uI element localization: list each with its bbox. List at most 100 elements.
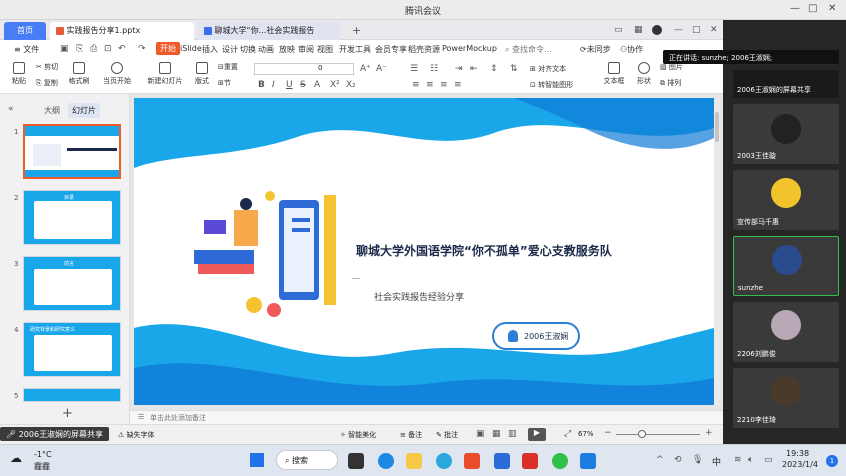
menu-daoke[interactable]: 稻壳资源 <box>408 44 440 55</box>
from-current-button[interactable]: 当页开始 <box>100 62 134 86</box>
participant-tile[interactable]: sunzhe <box>733 236 839 296</box>
unsynced-button[interactable]: ⟳未同步 <box>580 44 611 55</box>
subscript-icon[interactable]: X₂ <box>346 80 356 90</box>
ime-indicator[interactable]: 中 <box>712 455 721 468</box>
tab-file-doc[interactable]: 聊城大学“你...社会实践报告 <box>198 22 340 40</box>
menu-review[interactable]: 审阅 <box>298 44 314 55</box>
zoom-slider[interactable] <box>616 434 700 435</box>
menu-switch[interactable]: 切换 <box>240 44 256 55</box>
zoom-out-icon[interactable]: − <box>604 428 612 438</box>
undo-icon[interactable]: ↶ <box>118 44 126 54</box>
new-slide-button[interactable]: 新建幻灯片 <box>145 62 185 86</box>
clock-time[interactable]: 19:38 <box>786 449 809 458</box>
align-right-icon[interactable]: ≡ <box>440 80 448 90</box>
convert-smartart-button[interactable]: ⊡ 转智能图形 <box>530 80 596 90</box>
slide-thumbnail-3[interactable]: 前言 <box>23 256 121 311</box>
tencent-meeting-icon[interactable] <box>580 453 596 469</box>
align-left-icon[interactable]: ≡ <box>412 80 420 90</box>
beautify-button[interactable]: ✧ 智能美化 <box>340 430 376 440</box>
tab-home[interactable]: 首页 <box>4 22 46 40</box>
maximize-button[interactable]: □ <box>808 3 817 14</box>
menu-dev[interactable]: 开发工具 <box>339 44 371 55</box>
mail-icon[interactable] <box>494 453 510 469</box>
missing-font-button[interactable]: ⚠ 缺失字体 <box>118 430 155 440</box>
menu-powermockup[interactable]: PowerMockup <box>442 44 497 53</box>
slide-thumbnail-4[interactable]: 研究背景和研究意义 <box>23 322 121 377</box>
collapse-panel-icon[interactable]: « <box>8 104 14 114</box>
participant-tile[interactable]: 2003王佳璇 <box>733 104 839 164</box>
save-icon[interactable]: ▣ <box>60 44 69 54</box>
text-box-button[interactable]: 文本框 <box>600 62 628 86</box>
weather-desc[interactable]: 霾霾 <box>34 461 50 472</box>
vertical-scrollbar[interactable] <box>714 98 720 405</box>
file-explorer-icon[interactable] <box>406 453 422 469</box>
outdent-icon[interactable]: ⇤ <box>470 64 478 74</box>
notes-toggle[interactable]: ≡ 备注 <box>400 430 422 440</box>
search-command[interactable]: ⌕ 查找命令... <box>505 44 552 55</box>
add-slide-button[interactable]: + <box>62 406 73 421</box>
shape-button[interactable]: 形状 <box>632 62 656 86</box>
font-decrease-icon[interactable]: A⁻ <box>376 64 387 74</box>
font-increase-icon[interactable]: A⁺ <box>360 64 371 74</box>
tab-outline[interactable]: 大纲 <box>44 105 60 116</box>
slide-thumbnail-5[interactable] <box>23 388 121 402</box>
layout-button[interactable]: 版式 <box>192 62 212 86</box>
microphone-icon[interactable]: 🎙︎ <box>692 455 703 465</box>
notes-placeholder[interactable]: 单击此处添加备注 <box>150 413 206 423</box>
menu-view[interactable]: 视图 <box>317 44 333 55</box>
minimize-icon[interactable]: — <box>674 25 683 35</box>
windows-start-icon[interactable] <box>250 453 264 467</box>
font-color-icon[interactable]: A <box>314 80 320 90</box>
align-text-button[interactable]: ⊞ 对齐文本 <box>530 64 586 74</box>
sorter-view-icon[interactable]: ▦ <box>492 429 501 439</box>
task-view-icon[interactable] <box>348 453 364 469</box>
redo-icon[interactable]: ↷ <box>138 44 146 54</box>
taskbar-search[interactable]: ⌕ 搜索 <box>276 450 338 470</box>
numbered-list-icon[interactable]: ☷ <box>430 64 438 74</box>
clock-date[interactable]: 2023/1/4 <box>782 460 818 469</box>
tab-file-pptx[interactable]: 实践报告分享1.pptx <box>50 22 194 40</box>
notification-badge[interactable]: 1 <box>826 455 838 467</box>
copy-button[interactable]: ⎘ 复制 <box>36 78 64 88</box>
cut-button[interactable]: ✂ 剪切 <box>36 62 64 72</box>
notes-bar[interactable]: ☰ 单击此处添加备注 <box>130 410 723 424</box>
minimize-button[interactable]: — <box>790 3 800 14</box>
avatar[interactable] <box>652 25 662 35</box>
bold-icon[interactable]: B <box>258 80 265 90</box>
preview-icon[interactable]: ⊡ <box>104 44 112 54</box>
menu-design[interactable]: 设计 <box>222 44 238 55</box>
window-layout-icon[interactable]: ▭ <box>614 25 623 35</box>
network-icon[interactable]: ⟲ <box>674 455 682 465</box>
ie-icon[interactable] <box>436 453 452 469</box>
zoom-slider-handle[interactable] <box>638 430 646 438</box>
superscript-icon[interactable]: X² <box>330 80 340 90</box>
scrollbar-thumb[interactable] <box>715 112 719 142</box>
font-size-select[interactable]: 0 <box>316 63 354 75</box>
normal-view-icon[interactable]: ▣ <box>476 429 485 439</box>
bullet-list-icon[interactable]: ☰ <box>410 64 418 74</box>
grid-icon[interactable]: ▦ <box>634 25 643 35</box>
arrange-button[interactable]: ⧉ 排列 <box>660 78 690 88</box>
collab-button[interactable]: ⚇协作 <box>620 44 643 55</box>
reading-view-icon[interactable]: ▥ <box>508 429 517 439</box>
strikethrough-icon[interactable]: S <box>300 80 306 90</box>
participant-tile[interactable]: 2210李佳琦 <box>733 368 839 428</box>
participant-tile[interactable]: 宣传部马千惠 <box>733 170 839 230</box>
print-icon[interactable]: ⎙ <box>90 44 97 54</box>
close-icon[interactable]: ✕ <box>710 25 718 35</box>
zoom-in-icon[interactable]: + <box>705 428 713 438</box>
slide-thumbnail-1[interactable] <box>23 124 121 179</box>
slide-canvas[interactable]: 聊城大学外国语学院“你不孤单”爱心支教服务队 社会实践报告经验分享 2006王淑… <box>134 98 714 405</box>
close-button[interactable]: ✕ <box>828 3 836 14</box>
line-spacing-icon[interactable]: ⇕ <box>490 64 498 74</box>
tab-slides[interactable]: 幻灯片 <box>68 103 100 118</box>
menu-insert[interactable]: 插入 <box>202 44 218 55</box>
format-painter-button[interactable]: 格式刷 <box>66 62 92 86</box>
fit-window-icon[interactable]: ⤢ <box>564 429 571 439</box>
battery-icon[interactable]: ▭ <box>764 455 773 465</box>
align-center-icon[interactable]: ≡ <box>426 80 434 90</box>
comments-toggle[interactable]: ✎ 批注 <box>436 430 458 440</box>
restore-icon[interactable]: □ <box>692 25 701 35</box>
reset-button[interactable]: ⊟重置 <box>218 62 248 72</box>
italic-icon[interactable]: I <box>272 80 275 90</box>
